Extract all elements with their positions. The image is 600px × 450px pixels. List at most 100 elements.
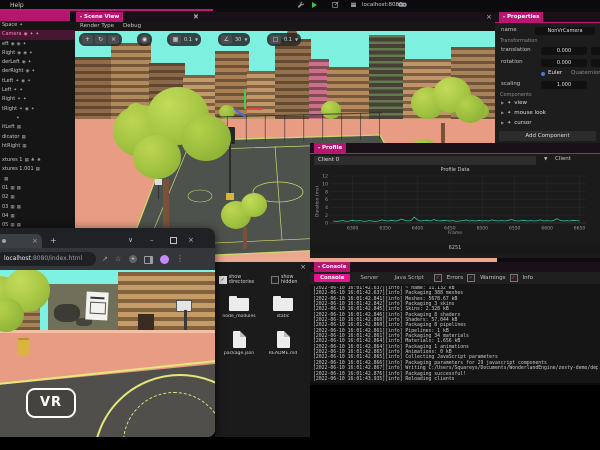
bookmark-star-icon[interactable]: ☆ <box>115 255 121 263</box>
hierarchy-item-eft[interactable]: eft ◉ ◉ ✦ <box>0 40 75 49</box>
file-entry-node-modules[interactable]: node_modules <box>221 294 257 319</box>
hierarchy-item-dicator[interactable]: dicator ▦ <box>0 133 75 142</box>
menu-render-type[interactable]: Render Type <box>80 22 114 31</box>
menu-debug[interactable]: Debug <box>123 22 141 31</box>
grid-snap-value[interactable]: 0.1 <box>183 37 193 43</box>
hierarchy-item-02[interactable]: 02 ▦ <box>0 193 75 202</box>
tab-close-icon[interactable]: × <box>32 237 38 245</box>
expand-icon[interactable]: ▶ <box>501 110 504 115</box>
file-entry-package-json[interactable]: package.json <box>221 330 257 356</box>
gizmo-y-axis[interactable] <box>244 89 246 109</box>
properties-close-icon[interactable]: × <box>486 14 492 21</box>
hierarchy-item-04[interactable]: 04 ▦ <box>0 212 75 221</box>
hierarchy-item-01[interactable]: 01 ▦ ▦ <box>0 184 75 193</box>
side-panel-icon[interactable] <box>144 256 153 264</box>
name-field[interactable]: NonVrCamera <box>535 26 595 35</box>
add-component-button[interactable]: Add Component <box>499 131 596 141</box>
maximize-icon[interactable] <box>170 237 177 244</box>
angle-snap-value[interactable]: 30 <box>234 37 242 43</box>
translation-field-cut[interactable] <box>591 46 600 55</box>
console-filter-javascript[interactable]: Java Script <box>388 274 429 282</box>
package-icon[interactable] <box>350 1 357 10</box>
file-entry-static[interactable]: static <box>265 294 301 319</box>
hierarchy-item-Right[interactable]: Right ◉ ◉ ✦ <box>0 49 75 58</box>
euler-label[interactable]: Euler <box>548 68 562 79</box>
hierarchy-item-Right[interactable]: Right ✦ ✦ <box>0 95 75 104</box>
translation-field[interactable]: 0.000 <box>541 46 587 55</box>
tab-properties[interactable]: ▾ Properties <box>499 12 544 22</box>
hierarchy-item-Left[interactable]: Left ✦ ✦ <box>0 86 75 95</box>
hierarchy-item-itLeft[interactable]: itLeft ▦ <box>0 123 75 132</box>
component-mouse-look[interactable]: ▶ ✦ mouse look <box>501 108 546 118</box>
euler-radio[interactable] <box>541 71 545 76</box>
tab-scene-view[interactable]: ▾ Scene View <box>76 12 124 22</box>
profile-chart[interactable]: 6300 6350 6400 6450 6500 6550 6600 665002468101… <box>318 173 592 239</box>
angle-icon[interactable]: ∠ <box>221 35 232 44</box>
rotate-tool-button[interactable]: ↻ <box>95 35 106 44</box>
panel-close-icon[interactable]: × <box>193 13 199 20</box>
avatar[interactable] <box>160 255 169 264</box>
hierarchy-item-tRight[interactable]: tRight ✦ ◉ ✦ <box>0 105 75 114</box>
chevron-down-icon[interactable]: ▼ <box>295 37 298 42</box>
component-cursor[interactable]: ▶ ✦ cursor <box>501 118 532 128</box>
square-icon[interactable]: □ <box>270 35 281 44</box>
hierarchy-item-derRight[interactable]: derRight ◉ ✦ <box>0 67 75 76</box>
menu-help[interactable]: Help <box>10 2 24 9</box>
console-log-list[interactable]: [2022-06-10 16:01:42.637][info] ~ name: … <box>313 286 598 381</box>
menu-dots-icon[interactable]: ⋮ <box>176 255 184 263</box>
component-view[interactable]: ▶ ✦ view <box>501 98 527 108</box>
show-hidden-checkbox[interactable] <box>271 276 279 284</box>
scale-tool-button[interactable]: × <box>108 35 119 44</box>
hierarchy-item-tLeft[interactable]: tLeft ✦ ◉ ✦ <box>0 77 75 86</box>
hierarchy-item[interactable]: ✦ <box>0 114 75 123</box>
vr-button[interactable]: VR <box>26 388 76 418</box>
console-filter-console[interactable]: Console <box>314 274 351 282</box>
info-checkbox[interactable]: ✓ <box>509 274 518 282</box>
rotation-field-cut[interactable] <box>591 58 600 67</box>
frame-scrubber[interactable]: 6251 <box>310 243 600 254</box>
grid-icon[interactable]: ▦ <box>170 35 181 44</box>
new-tab-icon[interactable]: + <box>50 236 57 245</box>
files-close-icon[interactable]: × <box>300 264 306 271</box>
edit-icon[interactable] <box>332 1 339 10</box>
show-directories-checkbox[interactable]: ✓ <box>219 276 227 284</box>
hierarchy-item-xtures-1[interactable]: xtures 1 ▦ ♣ ♣ <box>0 156 75 165</box>
gamepad-icon[interactable] <box>398 1 407 10</box>
hierarchy-item-03[interactable]: 03 ▦ ▦ <box>0 203 75 212</box>
tab-search-icon[interactable]: ∨ <box>128 236 133 244</box>
browser-viewport[interactable]: VR <box>0 270 215 437</box>
hierarchy-item-xtures-1-001[interactable]: xtures 1.001 ▦ <box>0 165 75 174</box>
tab-console[interactable]: ▾ Console <box>314 262 351 272</box>
extensions-icon[interactable]: + <box>129 255 137 263</box>
expand-icon[interactable]: ▶ <box>501 100 504 105</box>
filter-icon[interactable]: ▼ <box>544 157 547 162</box>
address-bar[interactable]: localhost:8080/index.html <box>0 252 96 266</box>
globe-icon[interactable]: ◉ <box>140 35 149 44</box>
chevron-down-icon[interactable]: ▼ <box>195 37 198 42</box>
rotation-field[interactable]: 0.000 <box>541 58 587 67</box>
chevron-down-icon[interactable]: ▼ <box>244 37 247 42</box>
wrench-icon[interactable] <box>297 1 305 10</box>
hierarchy-item-derLeft[interactable]: derLeft ◉ ✦ <box>0 58 75 67</box>
move-tool-button[interactable]: + <box>82 35 93 44</box>
warnings-checkbox[interactable]: ✓ <box>467 274 476 282</box>
hierarchy-item-Space[interactable]: Space ✦ <box>0 21 75 30</box>
minimize-icon[interactable]: – <box>150 236 154 244</box>
client-dropdown[interactable]: Client 0 <box>314 155 536 165</box>
play-icon[interactable] <box>312 2 317 8</box>
browser-tab[interactable]: × <box>0 234 42 248</box>
expand-icon[interactable]: ▶ <box>501 120 504 125</box>
tab-profile[interactable]: ▾ Profile <box>314 143 347 153</box>
quaternion-label[interactable]: Quaternion <box>571 68 600 79</box>
console-filter-server[interactable]: Server <box>354 274 384 282</box>
share-icon[interactable]: ↗ <box>102 255 108 263</box>
hierarchy-item-Camera[interactable]: Camera ◉ ✦ ✦ <box>0 30 75 40</box>
errors-checkbox[interactable]: ✓ <box>433 274 442 282</box>
gizmo-x-axis[interactable] <box>245 108 263 110</box>
scale-snap-value[interactable]: 0.1 <box>283 37 293 43</box>
hierarchy-item-htRight[interactable]: htRight ▦ <box>0 142 75 151</box>
window-close-icon[interactable]: × <box>188 236 194 244</box>
file-entry-readme[interactable]: README.md <box>265 330 301 356</box>
hierarchy-item[interactable]: ▦ <box>0 175 75 184</box>
scaling-field[interactable]: 1.000 <box>541 80 587 89</box>
